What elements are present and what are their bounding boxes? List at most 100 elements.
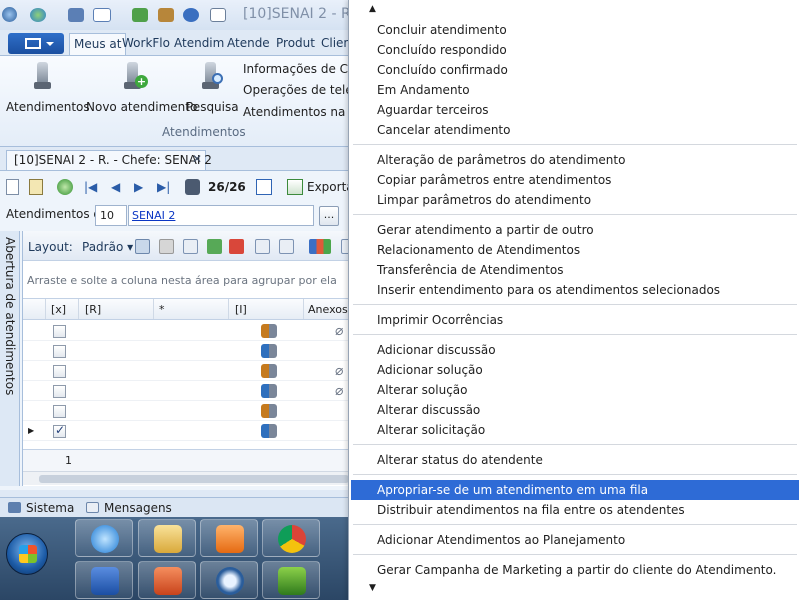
column-header-star[interactable]: * — [159, 303, 165, 316]
atendimentos-button[interactable]: Atendimentos — [6, 60, 90, 116]
layout-filter-icon[interactable] — [279, 239, 294, 254]
file-explorer-taskbar-button[interactable] — [138, 519, 196, 557]
tab-produtos[interactable]: Produt — [272, 33, 319, 55]
tab-workflow[interactable]: WorkFlo — [118, 33, 174, 55]
document-tab[interactable]: [10]SENAI 2 - R. - Chefe: SENAI 2 ✕ — [6, 150, 212, 170]
context-menu-item[interactable]: Transferência de Atendimentos — [349, 260, 800, 280]
chart-icon[interactable] — [309, 239, 331, 254]
scroll-up-icon[interactable]: ▲ — [369, 4, 376, 14]
next-record-icon[interactable]: ▶ — [134, 179, 150, 195]
web-icon[interactable] — [183, 8, 199, 22]
start-button[interactable] — [6, 533, 48, 575]
table-row[interactable]: ⌀ — [23, 321, 360, 341]
table-row[interactable] — [23, 401, 360, 421]
scroll-down-icon[interactable]: ▼ — [369, 583, 376, 593]
application-menu-button[interactable] — [8, 33, 64, 54]
layout-import-icon[interactable] — [207, 239, 222, 254]
side-panel-tab[interactable]: Abertura de atendimentos — [0, 231, 20, 486]
globe-icon[interactable] — [30, 8, 46, 22]
row-checkbox[interactable] — [53, 385, 66, 398]
binoculars-icon[interactable] — [185, 179, 200, 195]
context-menu-item[interactable]: Concluir atendimento — [349, 20, 800, 40]
context-menu-item[interactable]: Cancelar atendimento — [349, 120, 800, 140]
refresh-icon[interactable] — [57, 179, 73, 195]
export-icon[interactable] — [132, 8, 148, 22]
context-menu-item[interactable]: Concluído respondido — [349, 40, 800, 60]
atendente-name-field[interactable]: SENAI 2 — [128, 205, 314, 226]
row-checkbox[interactable] — [53, 405, 66, 418]
context-menu-item[interactable]: Adicionar Atendimentos ao Planejamento — [349, 530, 800, 550]
context-menu-item[interactable]: Alterar solução — [349, 380, 800, 400]
powerpoint-taskbar-button[interactable] — [138, 561, 196, 599]
row-checkbox[interactable] — [53, 325, 66, 338]
monitor-icon[interactable] — [68, 8, 84, 22]
previous-record-icon[interactable]: ◀ — [111, 179, 127, 195]
tab-mensagens[interactable]: Mensagens — [86, 501, 172, 515]
tab-atendentes[interactable]: Atende — [223, 33, 274, 55]
context-menu-item[interactable]: Alterar discussão — [349, 400, 800, 420]
layout-export-icon[interactable] — [229, 239, 244, 254]
internet-explorer-taskbar-button[interactable] — [75, 519, 133, 557]
context-menu-item[interactable]: Alterar solicitação — [349, 420, 800, 440]
layout-columns-icon[interactable] — [183, 239, 198, 254]
table-row[interactable]: ▶ — [23, 421, 360, 441]
context-menu-item[interactable]: Limpar parâmetros do atendimento — [349, 190, 800, 210]
column-header-x[interactable]: [x] — [51, 303, 66, 316]
row-checkbox[interactable] — [53, 365, 66, 378]
context-menu-item[interactable]: Copiar parâmetros entre atendimentos — [349, 170, 800, 190]
context-menu-item[interactable]: Apropriar-se de um atendimento em uma fi… — [351, 480, 799, 500]
informacoes-cliente-link[interactable]: Informações de Client — [243, 62, 360, 76]
column-header-r[interactable]: [R] — [85, 303, 101, 316]
layout-print-icon[interactable] — [255, 239, 270, 254]
table-row[interactable]: ⌀ — [23, 361, 360, 381]
context-menu-item[interactable]: Adicionar solução — [349, 360, 800, 380]
table-row[interactable] — [23, 341, 360, 361]
novo-atendimento-button[interactable]: + Novo atendimento — [86, 60, 197, 116]
layout-delete-icon[interactable] — [159, 239, 174, 254]
camtasia-taskbar-button[interactable] — [262, 561, 320, 599]
word-taskbar-button[interactable] — [75, 561, 133, 599]
calendar-icon[interactable] — [256, 179, 272, 195]
context-menu-item[interactable]: Aguardar terceiros — [349, 100, 800, 120]
close-icon[interactable]: ✕ — [192, 152, 202, 166]
context-menu-item[interactable]: Em Andamento — [349, 80, 800, 100]
context-menu-item[interactable]: Imprimir Ocorrências — [349, 310, 800, 330]
last-record-icon[interactable]: ▶| — [157, 179, 173, 195]
context-menu-item[interactable]: Gerar Campanha de Marketing a partir do … — [349, 560, 800, 580]
column-header-anexos[interactable]: Anexos — [308, 303, 348, 316]
tab-atendimentos[interactable]: Atendim — [170, 33, 228, 55]
context-menu-item[interactable]: Alteração de parâmetros do atendimento — [349, 150, 800, 170]
pesquisa-button[interactable]: Pesquisa — [186, 60, 239, 116]
ticket-icon[interactable] — [210, 8, 226, 22]
row-checkbox[interactable] — [53, 345, 66, 358]
tools-icon[interactable] — [158, 8, 174, 22]
app-orb-icon[interactable] — [2, 7, 17, 22]
lookup-button[interactable]: ... — [319, 206, 339, 226]
first-record-icon[interactable]: |◀ — [84, 179, 100, 195]
chrome-taskbar-button[interactable] — [262, 519, 320, 557]
layout-save-icon[interactable] — [135, 239, 150, 254]
row-checkbox[interactable] — [53, 423, 66, 438]
context-menu-item[interactable]: Concluído confirmado — [349, 60, 800, 80]
column-header-i[interactable]: [I] — [235, 303, 247, 316]
new-document-icon[interactable] — [6, 179, 19, 195]
atendimentos-label: Atendimentos — [6, 100, 90, 114]
window-icon[interactable] — [93, 8, 111, 22]
media-player-taskbar-button[interactable] — [200, 519, 258, 557]
layout-dropdown[interactable]: Padrão ▾ — [82, 240, 133, 254]
context-menu-item[interactable]: Gerar atendimento a partir de outro — [349, 220, 800, 240]
tab-sistema[interactable]: Sistema — [8, 501, 74, 515]
horizontal-scrollbar[interactable] — [23, 471, 360, 485]
context-menu-item[interactable]: Adicionar discussão — [349, 340, 800, 360]
context-menu-item[interactable]: Inserir entendimento para os atendimento… — [349, 280, 800, 300]
context-menu-item[interactable]: Relacionamento de Atendimentos — [349, 240, 800, 260]
operacoes-telemarketing-link[interactable]: Operações de telemar — [243, 83, 360, 97]
context-menu-item[interactable]: Alterar status do atendente — [349, 450, 800, 470]
atendente-code-field[interactable]: 10 — [95, 205, 127, 226]
table-row[interactable]: ⌀ — [23, 381, 360, 401]
atendimentos-na-fila-link[interactable]: Atendimentos na Fila — [243, 105, 360, 119]
context-menu-item[interactable]: Distribuir atendimentos na fila entre os… — [349, 500, 800, 520]
remote-app-taskbar-button[interactable] — [200, 561, 258, 599]
export-arrow-icon[interactable] — [287, 179, 303, 195]
edit-icon[interactable] — [29, 179, 43, 195]
